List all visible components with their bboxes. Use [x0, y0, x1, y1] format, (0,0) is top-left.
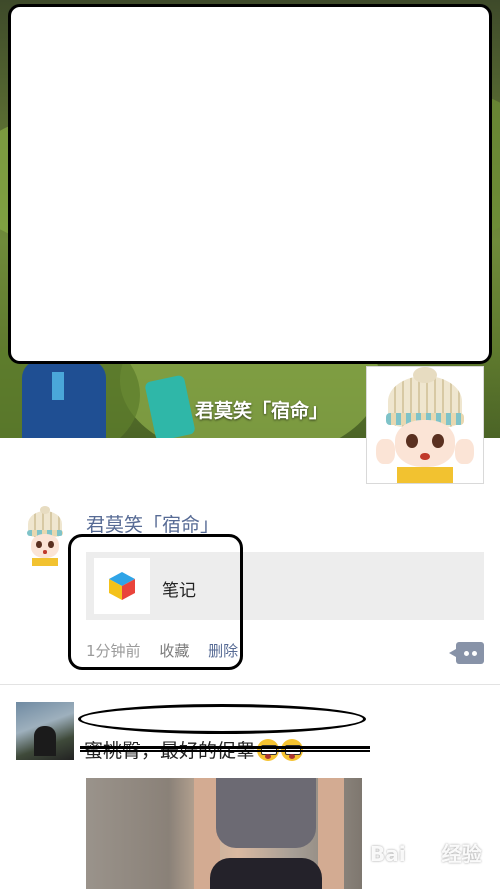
- avatar-face: [30, 533, 60, 558]
- avatar-pompom: [413, 367, 437, 384]
- post-avatar[interactable]: [16, 702, 74, 760]
- redaction-ellipse: [78, 704, 366, 734]
- highlight-outline: [68, 534, 243, 670]
- watermark-text: 经验: [441, 842, 482, 866]
- avatar-eye: [36, 540, 42, 548]
- redaction-box: [8, 4, 492, 364]
- cover-username[interactable]: 君莫笑「宿命」: [195, 396, 328, 423]
- photo-figure: [216, 778, 316, 848]
- avatar-face: [394, 420, 456, 467]
- avatar-scarf: [32, 557, 58, 566]
- comment-more-icon[interactable]: [449, 642, 484, 664]
- watermark-text: Bai: [370, 842, 406, 866]
- baidu-watermark: Bai 经验: [370, 838, 488, 878]
- photo-figure: [318, 778, 344, 889]
- post-divider: [0, 684, 500, 685]
- paw-icon: [407, 839, 440, 872]
- profile-avatar[interactable]: [366, 366, 484, 484]
- avatar-eye: [48, 540, 54, 548]
- dot: [464, 651, 469, 656]
- avatar-eye: [431, 434, 444, 449]
- post-photo[interactable]: [86, 778, 362, 889]
- avatar-hand: [455, 438, 474, 465]
- cover-person: [22, 360, 106, 438]
- avatar-mouth: [42, 550, 48, 554]
- dot: [472, 651, 477, 656]
- strikethrough-mark: [80, 746, 370, 752]
- post-author-name[interactable]: 君莫笑「宿命」: [86, 510, 219, 537]
- avatar-scarf: [397, 466, 453, 483]
- post-avatar[interactable]: [18, 506, 72, 566]
- avatar-mouth: [420, 452, 430, 460]
- avatar-hand: [376, 438, 395, 465]
- photo-figure: [210, 858, 322, 889]
